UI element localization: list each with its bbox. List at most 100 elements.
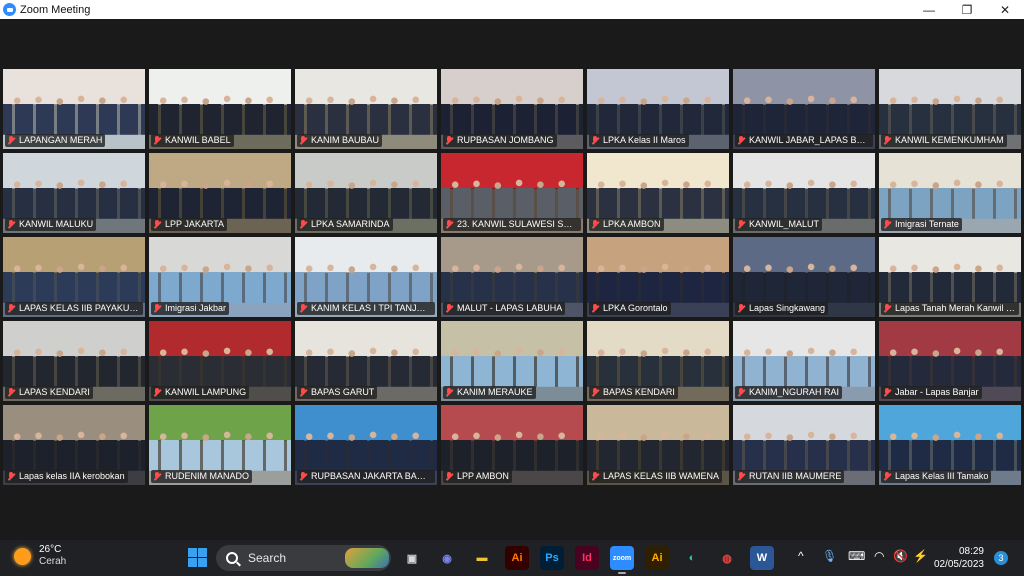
participant-tile[interactable]: Lapas Singkawang [733, 237, 875, 317]
participant-tile[interactable]: KANWIL KEMENKUMHAM [879, 69, 1021, 149]
participant-tile[interactable]: LPKA AMBON [587, 153, 729, 233]
illustrator-icon[interactable]: Ai [505, 546, 529, 570]
illustrator-icon[interactable]: Ai [645, 546, 669, 570]
participant-tile[interactable]: LAPAS KELAS IIB PAYAKUMBUH [3, 237, 145, 317]
search-highlight-image [345, 548, 389, 568]
indesign-icon[interactable]: Id [575, 546, 599, 570]
mic-muted-icon [445, 136, 453, 145]
participant-tile[interactable]: LAPAS KENDARI [3, 321, 145, 401]
participant-tile[interactable]: MALUT - LAPAS LABUHA [441, 237, 583, 317]
participant-tile[interactable]: 23. KANWIL SULAWESI SELATAN [441, 153, 583, 233]
wifi-icon[interactable]: ◠ [874, 549, 884, 563]
participant-tile[interactable]: RUPBASAN JOMBANG [441, 69, 583, 149]
zoom-icon[interactable]: zoom [610, 546, 634, 574]
participant-tile[interactable]: Imigrasi Ternate [879, 153, 1021, 233]
mic-muted-icon [883, 472, 891, 481]
participant-tile[interactable]: KANWIL BABEL [149, 69, 291, 149]
teams-icon[interactable]: ◉ [435, 546, 459, 570]
participant-tile[interactable]: LPKA Kelas II Maros [587, 69, 729, 149]
mic-muted-icon [737, 136, 745, 145]
participant-name-label: Lapas kelas IIA kerobokan [5, 470, 128, 483]
participant-tile[interactable]: BAPAS GARUT [295, 321, 437, 401]
weather-temp: 26°C [39, 544, 62, 555]
participant-name-label: RUDENIM MANADO [151, 470, 253, 483]
mic-muted-icon [299, 220, 307, 229]
participant-tile[interactable]: KANWIL LAMPUNG [149, 321, 291, 401]
mic-muted-icon [7, 304, 15, 313]
participant-grid: LAPANGAN MERAH KANWIL BABEL KANIM BAUBAU RU… [3, 69, 1021, 486]
participant-tile[interactable]: KANIM BAUBAU [295, 69, 437, 149]
word-icon[interactable]: W [750, 546, 774, 570]
participant-tile[interactable]: KANIM KELAS I TPI TANJUNG PERAK [295, 237, 437, 317]
chrome-icon[interactable]: ◍ [715, 546, 739, 570]
restore-button[interactable]: ❐ [948, 0, 986, 19]
participant-tile[interactable]: Lapas Tanah Merah Kanwil Papua [879, 237, 1021, 317]
sun-icon [14, 547, 31, 565]
mic-muted-icon [7, 388, 15, 397]
participant-tile[interactable]: Imigrasi Jakbar [149, 237, 291, 317]
minimize-button[interactable]: — [910, 0, 948, 19]
participant-name-label: BAPAS GARUT [297, 386, 378, 399]
task-view-icon[interactable]: ▣ [400, 546, 424, 570]
volume-icon[interactable]: 🔇 [893, 549, 908, 563]
file-explorer-icon[interactable]: ▬ [470, 546, 494, 570]
participant-name: LPP JAKARTA [165, 219, 225, 229]
tray-overflow-chevron-icon[interactable]: ^ [798, 549, 804, 563]
participant-tile[interactable]: KANWIL MALUKU [3, 153, 145, 233]
search-label: Search [248, 551, 287, 565]
participant-name-label: Lapas Tanah Merah Kanwil Papua [881, 302, 1019, 315]
participant-tile[interactable]: Lapas Kelas III Tamako [879, 405, 1021, 485]
battery-icon[interactable]: ⚡ [913, 549, 928, 563]
participant-name: RUDENIM MANADO [165, 471, 250, 481]
participant-name: Lapas Tanah Merah Kanwil Papua [895, 303, 1016, 313]
mic-muted-icon [153, 136, 161, 145]
photoshop-icon[interactable]: Ps [540, 546, 564, 570]
participant-tile[interactable]: RUPBASAN JAKARTA BARAT [295, 405, 437, 485]
participant-tile[interactable]: LPKA SAMARINDA [295, 153, 437, 233]
participant-name: RUPBASAN JOMBANG [457, 135, 554, 145]
taskbar-search[interactable]: Search [216, 545, 391, 571]
participant-tile[interactable]: RUDENIM MANADO [149, 405, 291, 485]
participant-tile[interactable]: LPP AMBON [441, 405, 583, 485]
participant-name: LPKA AMBON [603, 219, 661, 229]
mic-muted-icon [445, 304, 453, 313]
participant-name-label: KANWIL_MALUT [735, 218, 823, 231]
participant-tile[interactable]: KANWIL JABAR_LAPAS BANDUNG [733, 69, 875, 149]
participant-name: Imigrasi Ternate [895, 219, 959, 229]
participant-tile[interactable]: RUTAN IIB MAUMERE [733, 405, 875, 485]
participant-name: KANWIL JABAR_LAPAS BANDUNG [749, 135, 870, 145]
participant-tile[interactable]: KANIM MERAUKE [441, 321, 583, 401]
participant-name: KANWIL KEMENKUMHAM [895, 135, 1004, 145]
participant-name: Imigrasi Jakbar [165, 303, 227, 313]
clock-date: 02/05/2023 [933, 559, 984, 570]
participant-name: KANWIL MALUKU [19, 219, 94, 229]
participant-name: KANWIL_MALUT [749, 219, 820, 229]
mic-muted-icon [591, 220, 599, 229]
participant-tile[interactable]: LPP JAKARTA [149, 153, 291, 233]
mic-muted-icon [299, 136, 307, 145]
windows-start-icon[interactable] [188, 548, 207, 567]
edge-icon[interactable]: ◐ [680, 546, 704, 570]
notification-badge[interactable]: 3 [994, 551, 1008, 565]
participant-tile[interactable]: KANWIL_MALUT [733, 153, 875, 233]
mic-muted-icon [299, 304, 307, 313]
participant-name-label: 23. KANWIL SULAWESI SELATAN [443, 218, 581, 231]
clock[interactable]: 08:29 02/05/2023 [934, 545, 984, 571]
participant-name-label: LAPAS KELAS IIB PAYAKUMBUH [5, 302, 143, 315]
mic-muted-icon [445, 220, 453, 229]
close-button[interactable]: ✕ [986, 0, 1024, 19]
participant-tile[interactable]: LAPANGAN MERAH [3, 69, 145, 149]
participant-name: LAPAS KELAS IIB PAYAKUMBUH [19, 303, 140, 313]
keyboard-icon[interactable]: ⌨ [848, 549, 865, 563]
participant-tile[interactable]: LPKA Gorontalo [587, 237, 729, 317]
participant-tile[interactable]: Jabar - Lapas Banjar [879, 321, 1021, 401]
participant-tile[interactable]: KANIM_NGURAH RAI [733, 321, 875, 401]
window-controls: — ❐ ✕ [910, 0, 1024, 19]
participant-tile[interactable]: BAPAS KENDARI [587, 321, 729, 401]
participant-tile[interactable]: LAPAS KELAS IIB WAMENA [587, 405, 729, 485]
participant-tile[interactable]: Lapas kelas IIA kerobokan [3, 405, 145, 485]
weather-widget[interactable]: 26°C Cerah [14, 544, 66, 568]
participant-name-label: Lapas Kelas III Tamako [881, 470, 992, 483]
participant-name-label: LPP JAKARTA [151, 218, 228, 231]
microphone-icon[interactable]: 🎙 [822, 549, 837, 563]
